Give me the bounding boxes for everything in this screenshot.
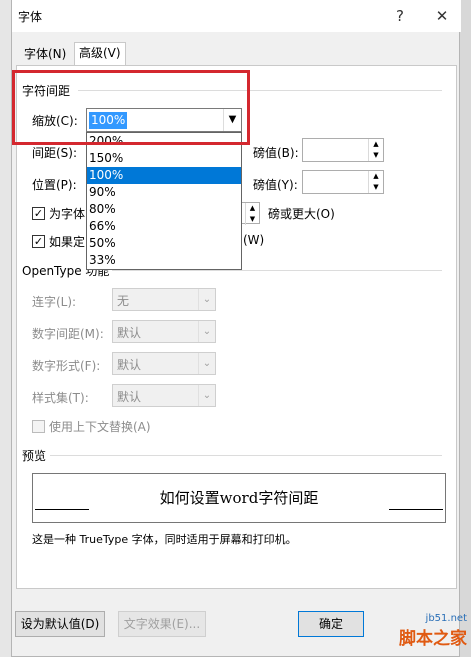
preview-line-left [35, 509, 89, 510]
dropdown-option[interactable]: 90% [87, 184, 241, 201]
kerning-checkbox[interactable]: ✓ [32, 207, 45, 220]
chevron-down-icon: ⌄ [198, 353, 215, 374]
preview-note: 这是一种 TrueType 字体，同时适用于屏幕和打印机。 [32, 533, 297, 546]
help-icon[interactable]: ? [387, 4, 413, 28]
set-default-button[interactable]: 设为默认值(D) [15, 611, 105, 637]
spacing-by-spinner[interactable]: ▲ ▼ [302, 138, 384, 162]
title-bar: 字体 ? ✕ [12, 0, 461, 32]
position-by-label: 磅值(Y): [253, 178, 298, 192]
spin-down-icon[interactable]: ▼ [368, 182, 383, 193]
watermark-brand: 脚本之家 [399, 629, 467, 649]
preview-section-title: 预览 [22, 449, 47, 463]
dropdown-option[interactable]: 66% [87, 218, 241, 235]
tab-font[interactable]: 字体(N) [20, 44, 70, 66]
stylistic-label: 样式集(T): [32, 391, 89, 405]
spin-up-icon[interactable]: ▲ [368, 139, 383, 150]
close-icon[interactable]: ✕ [429, 4, 455, 28]
num-spacing-label: 数字间距(M): [32, 327, 104, 341]
section-divider [50, 455, 442, 456]
grid-checkbox[interactable]: ✓ [32, 235, 45, 248]
chevron-down-icon: ⌄ [198, 321, 215, 342]
spin-up-icon[interactable]: ▲ [368, 171, 383, 182]
ligatures-select[interactable]: 无 ⌄ [112, 288, 216, 311]
ok-button[interactable]: 确定 [298, 611, 364, 637]
scale-dropdown-list: 200% 150% 100% 90% 80% 66% 50% 33% [86, 132, 242, 270]
num-forms-select[interactable]: 默认 ⌄ [112, 352, 216, 375]
preview-line-right [389, 509, 443, 510]
preview-box: 如何设置word字符间距 [32, 473, 446, 523]
preview-sample-text: 如何设置word字符间距 [159, 489, 319, 507]
dropdown-option[interactable]: 50% [87, 235, 241, 252]
text-effects-button[interactable]: 文字效果(E)... [118, 611, 206, 637]
dialog-title: 字体 [18, 10, 43, 24]
dropdown-option[interactable]: 80% [87, 201, 241, 218]
chevron-down-icon: ⌄ [198, 385, 215, 406]
background-document [0, 0, 11, 657]
grid-label: 如果定 [49, 235, 86, 249]
watermark: jb51.net 脚本之家 [399, 613, 467, 649]
position-by-spinner[interactable]: ▲ ▼ [302, 170, 384, 194]
spacing-by-label: 磅值(B): [253, 146, 299, 160]
dropdown-option[interactable]: 150% [87, 150, 241, 167]
kerning-suffix: 磅或更大(O) [268, 207, 335, 221]
chevron-down-icon: ⌄ [198, 289, 215, 310]
kerning-label: 为字体 [49, 207, 86, 221]
num-spacing-value: 默认 [117, 326, 142, 340]
spacing-label: 间距(S): [32, 146, 78, 160]
spin-down-icon[interactable]: ▼ [245, 214, 259, 225]
section-divider [112, 270, 442, 271]
stylistic-select[interactable]: 默认 ⌄ [112, 384, 216, 407]
dropdown-option[interactable]: 33% [87, 252, 241, 269]
tab-advanced[interactable]: 高级(V) [74, 42, 126, 66]
num-forms-value: 默认 [117, 358, 142, 372]
num-spacing-select[interactable]: 默认 ⌄ [112, 320, 216, 343]
position-label: 位置(P): [32, 178, 77, 192]
spin-down-icon[interactable]: ▼ [368, 150, 383, 161]
highlight-annotation-box [12, 70, 250, 145]
spin-up-icon[interactable]: ▲ [245, 203, 259, 214]
contextual-label: 使用上下文替换(A) [49, 420, 151, 434]
watermark-site: jb51.net [425, 613, 467, 624]
stylistic-value: 默认 [117, 390, 142, 404]
kerning-spinner[interactable]: ▲ ▼ [242, 202, 260, 225]
contextual-checkbox[interactable] [32, 420, 45, 433]
num-forms-label: 数字形式(F): [32, 359, 101, 373]
ligatures-value: 无 [117, 294, 130, 308]
dropdown-option-selected[interactable]: 100% [87, 167, 241, 184]
ligatures-label: 连字(L): [32, 295, 77, 309]
grid-suffix: (W) [243, 233, 265, 247]
